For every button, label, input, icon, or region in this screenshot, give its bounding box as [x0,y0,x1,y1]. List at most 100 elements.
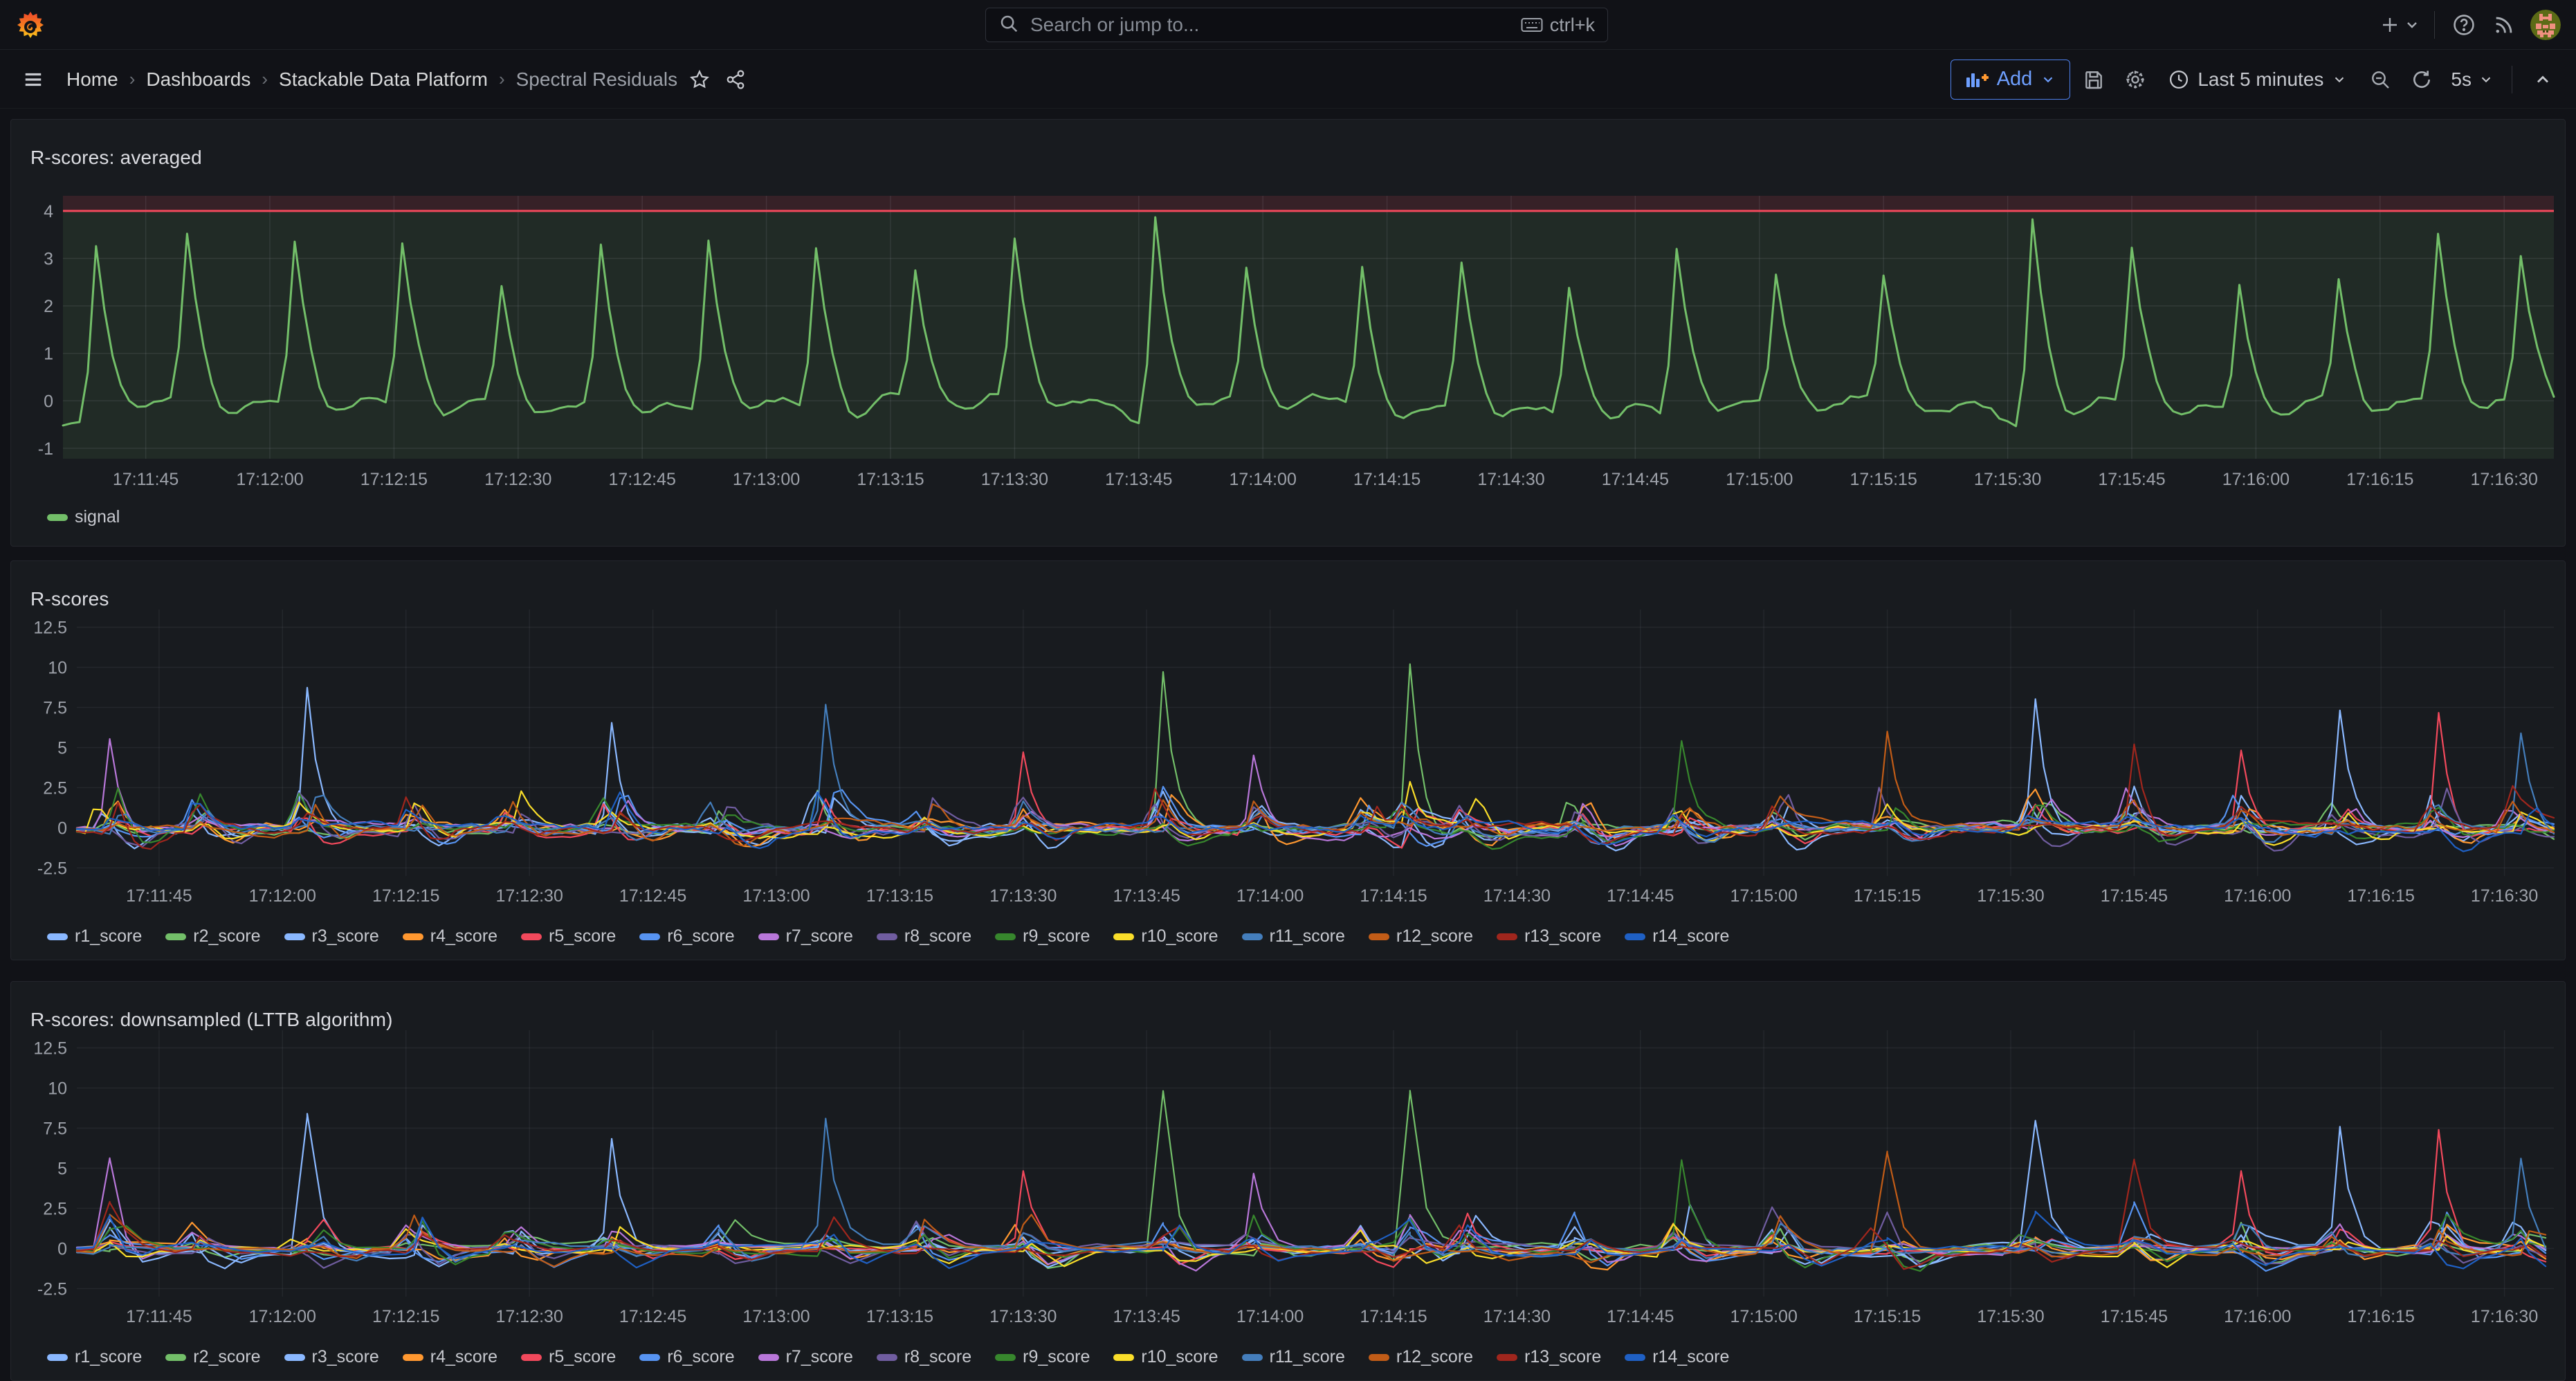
legend-item-r10_score[interactable]: r10_score [1113,926,1218,946]
legend-item-r4_score[interactable]: r4_score [403,926,497,946]
breadcrumb-home[interactable]: Home [66,68,118,91]
new-button[interactable] [2376,7,2423,43]
x-axis-tick: 17:14:45 [1607,886,1674,906]
legend-label: r8_score [904,1347,971,1367]
legend-item-r2_score[interactable]: r2_score [165,1347,260,1367]
legend-color-pill [995,933,1016,940]
legend-item-r9_score[interactable]: r9_score [995,926,1090,946]
x-axis-tick: 17:16:00 [2224,886,2291,906]
legend-label: signal [75,507,120,527]
legend-item-r5_score[interactable]: r5_score [521,926,616,946]
menu-icon[interactable] [15,62,51,98]
news-icon[interactable] [2486,7,2522,43]
x-axis-tick: 17:14:45 [1602,470,1669,489]
refresh-icon[interactable] [2404,62,2440,98]
legend-item-r7_score[interactable]: r7_score [758,1347,853,1367]
legend-item-r13_score[interactable]: r13_score [1497,926,1601,946]
legend-item-r6_score[interactable]: r6_score [639,926,734,946]
x-axis-tick: 17:16:30 [2471,886,2538,906]
x-axis-tick: 17:12:00 [236,470,303,489]
legend-label: r1_score [75,1347,142,1367]
legend-item-r1_score[interactable]: r1_score [47,1347,142,1367]
top-nav: ctrl+k [0,0,2576,50]
legend-color-pill [521,1354,542,1361]
legend-label: r14_score [1652,1347,1729,1367]
legend-color-pill [47,1354,68,1361]
x-axis-tick: 17:15:15 [1854,1307,1921,1326]
x-axis-tick: 17:14:15 [1353,470,1421,489]
avatar[interactable] [2526,7,2565,43]
breadcrumb-folder[interactable]: Stackable Data Platform [279,68,488,91]
search-input[interactable] [1029,13,1511,37]
timeseries-chart[interactable]: 12.5107.552.50-2.517:11:4517:12:0017:12:… [11,603,2565,914]
legend-item-r10_score[interactable]: r10_score [1113,1347,1218,1367]
grafana-logo[interactable] [14,8,47,42]
series-line-r11_score [77,1119,2546,1262]
legend-item-r8_score[interactable]: r8_score [877,926,971,946]
share-icon[interactable] [718,62,753,98]
x-axis-tick: 17:14:30 [1477,470,1544,489]
legend-item-r1_score[interactable]: r1_score [47,926,142,946]
legend-label: r6_score [667,926,734,946]
legend-label: r7_score [786,1347,853,1367]
legend-color-pill [165,1354,186,1361]
legend-item-r8_score[interactable]: r8_score [877,1347,971,1367]
legend-item-r4_score[interactable]: r4_score [403,1347,497,1367]
legend-color-pill [403,933,423,940]
legend-item-r6_score[interactable]: r6_score [639,1347,734,1367]
legend-item-r14_score[interactable]: r14_score [1625,926,1729,946]
legend-label: r5_score [549,1347,616,1367]
x-axis-tick: 17:16:00 [2222,470,2290,489]
legend-item-r2_score[interactable]: r2_score [165,926,260,946]
legend-item-r3_score[interactable]: r3_score [284,926,379,946]
x-axis-tick: 17:12:30 [484,470,551,489]
favorite-star-icon[interactable] [682,62,718,98]
global-search[interactable]: ctrl+k [985,8,1608,42]
legend-item-r5_score[interactable]: r5_score [521,1347,616,1367]
legend-item-r11_score[interactable]: r11_score [1242,926,1345,946]
legend-item-r3_score[interactable]: r3_score [284,1347,379,1367]
timeseries-chart[interactable]: 43210-117:11:4517:12:0017:12:1517:12:301… [11,161,2565,497]
threshold-region-below [63,211,2554,459]
search-shortcut: ctrl+k [1521,15,1595,36]
legend-item-r11_score[interactable]: r11_score [1242,1347,1345,1367]
legend-label: r8_score [904,926,971,946]
legend-item-r12_score[interactable]: r12_score [1369,1347,1473,1367]
breadcrumb-dashboards[interactable]: Dashboards [146,68,250,91]
save-dashboard-icon[interactable] [2076,62,2112,98]
add-panel-button[interactable]: Add [1951,60,2071,100]
legend-item-r7_score[interactable]: r7_score [758,926,853,946]
legend-item-signal[interactable]: signal [47,507,120,527]
dashboard-settings-icon[interactable] [2117,62,2153,98]
time-range-picker[interactable]: Last 5 minutes [2159,60,2357,100]
legend-label: r14_score [1652,926,1729,946]
legend-color-pill [403,1354,423,1361]
refresh-interval-dropdown[interactable]: 5s [2445,68,2499,91]
legend-label: r6_score [667,1347,734,1367]
legend-color-pill [1242,1354,1263,1361]
collapse-toolbar-icon[interactable] [2525,62,2561,98]
x-axis-tick: 17:15:00 [1726,470,1793,489]
legend-color-pill [1369,933,1389,940]
legend-label: r11_score [1270,1347,1345,1367]
help-icon[interactable] [2446,7,2482,43]
x-axis-tick: 17:13:30 [989,1307,1057,1326]
x-axis-tick: 17:14:45 [1607,1307,1674,1326]
legend-color-pill [47,514,68,521]
search-icon [998,13,1019,37]
legend-label: r3_score [312,926,379,946]
y-axis-tick: 0 [44,392,53,411]
legend-item-r13_score[interactable]: r13_score [1497,1347,1601,1367]
legend-color-pill [1497,1354,1517,1361]
legend-label: r11_score [1270,926,1345,946]
x-axis-tick: 17:12:00 [249,886,316,906]
x-axis-tick: 17:13:15 [866,1307,933,1326]
legend-item-r9_score[interactable]: r9_score [995,1347,1090,1367]
legend-item-r14_score[interactable]: r14_score [1625,1347,1729,1367]
zoom-out-icon[interactable] [2362,62,2398,98]
y-axis-tick: 1 [44,345,53,364]
timeseries-chart[interactable]: 12.5107.552.50-2.517:11:4517:12:0017:12:… [11,1023,2565,1335]
legend-item-r12_score[interactable]: r12_score [1369,926,1473,946]
series-line-r11_score [77,704,2554,842]
x-axis-tick: 17:15:15 [1850,470,1917,489]
